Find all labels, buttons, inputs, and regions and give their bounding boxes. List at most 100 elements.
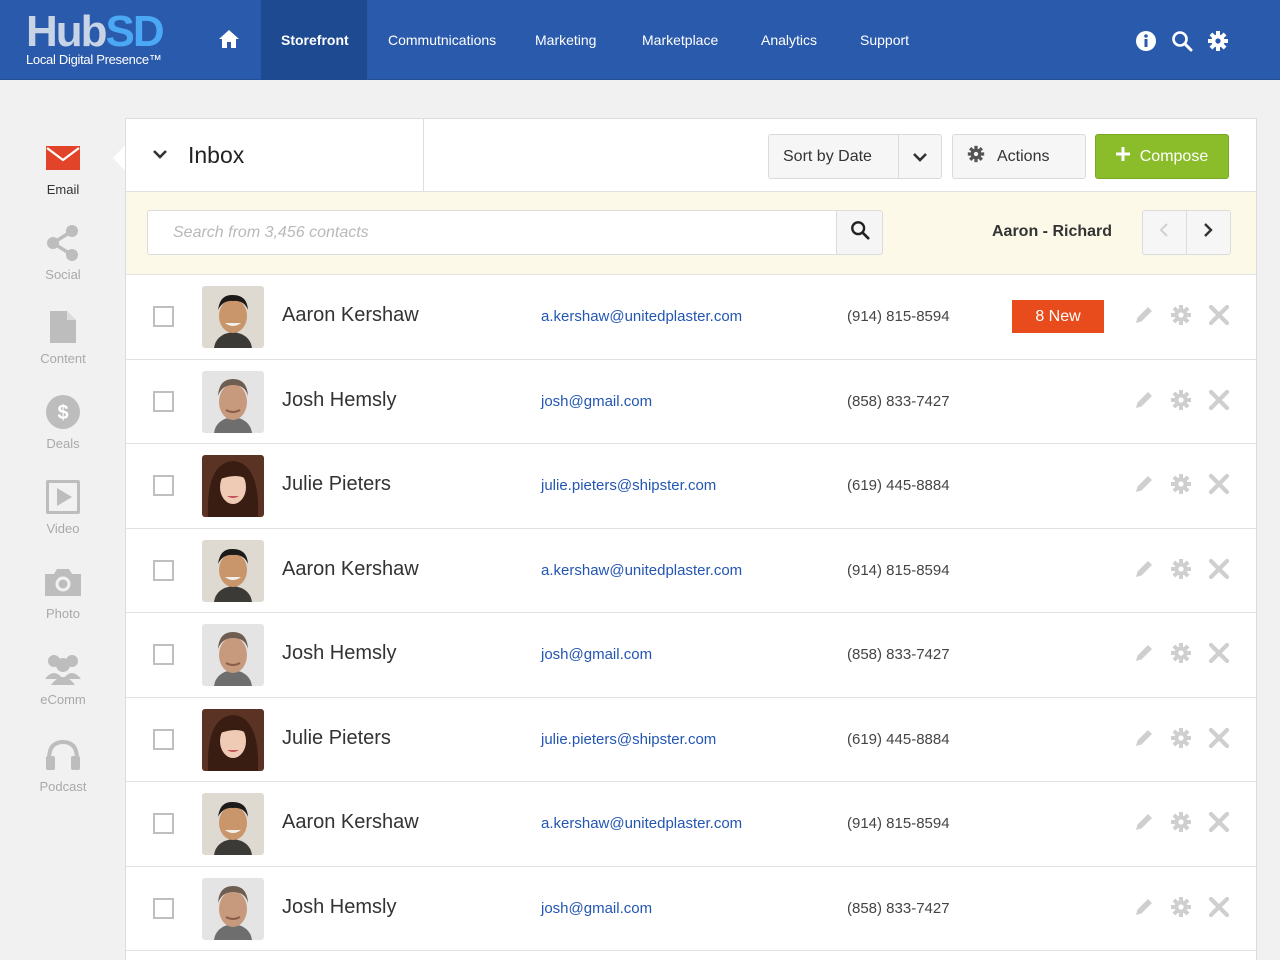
gear-icon[interactable] (1169, 472, 1193, 496)
row-checkbox[interactable] (153, 813, 174, 834)
search-icon[interactable] (1170, 29, 1194, 53)
avatar[interactable] (202, 877, 264, 940)
row-checkbox[interactable] (153, 559, 174, 581)
actions-button[interactable]: Actions (952, 134, 1086, 179)
contact-email-link[interactable]: julie.pieters@shipster.com (541, 731, 716, 748)
close-icon[interactable] (1207, 303, 1231, 327)
contact-row[interactable]: Josh Hemsly josh@gmail.com (858) 833-7427 (126, 360, 1256, 444)
avatar[interactable] (202, 793, 264, 855)
contact-phone: (619) 445-8884 (847, 730, 950, 748)
contact-name[interactable]: Josh Hemsly (282, 389, 396, 412)
contact-name[interactable]: Josh Hemsly (282, 896, 396, 919)
contact-email-link[interactable]: josh@gmail.com (541, 646, 652, 663)
nav-analytics[interactable]: Analytics (741, 0, 837, 80)
close-icon[interactable] (1207, 472, 1231, 496)
nav-communications[interactable]: Commutnications (368, 0, 516, 80)
panel-header: Inbox Sort by Date Actions Compose (126, 119, 1256, 192)
contact-row[interactable]: Aaron Kershaw a.kershaw@unitedplaster.com… (126, 782, 1256, 867)
pagination (1142, 210, 1231, 255)
contact-row[interactable]: Josh Hemsly josh@gmail.com (858) 833-7427 (126, 613, 1256, 698)
avatar[interactable] (202, 708, 264, 771)
pencil-icon[interactable] (1132, 388, 1156, 412)
home-icon[interactable] (212, 22, 246, 56)
compose-button[interactable]: Compose (1095, 134, 1229, 179)
avatar[interactable] (202, 624, 264, 686)
contact-row[interactable]: Aaron Kershaw a.kershaw@unitedplaster.com… (126, 529, 1256, 613)
svg-text:$: $ (57, 402, 68, 424)
sidebar-item-ecomm[interactable]: eComm (18, 648, 108, 728)
search-input[interactable] (147, 210, 837, 255)
avatar[interactable] (202, 286, 264, 348)
row-checkbox[interactable] (153, 728, 174, 750)
contact-row[interactable]: Josh Hemsly josh@gmail.com (858) 833-7427 (126, 867, 1256, 951)
contact-name[interactable]: Julie Pieters (282, 473, 391, 496)
avatar[interactable] (202, 370, 264, 433)
gear-icon[interactable] (1169, 641, 1193, 665)
avatar[interactable] (202, 455, 264, 517)
row-checkbox[interactable] (153, 390, 174, 412)
logo-tagline: Local Digital Presence™ (26, 52, 162, 67)
pencil-icon[interactable] (1132, 810, 1156, 834)
gear-icon[interactable] (1169, 303, 1193, 327)
nav-support[interactable]: Support (840, 0, 929, 80)
sidebar-item-social[interactable]: Social (18, 223, 108, 303)
sidebar-item-photo[interactable]: Photo (18, 562, 108, 642)
inbox-dropdown[interactable]: Inbox (126, 119, 424, 191)
contact-row[interactable]: Julie Pieters julie.pieters@shipster.com (… (126, 444, 1256, 529)
contact-email-link[interactable]: a.kershaw@unitedplaster.com (541, 815, 742, 832)
sidebar-item-deals[interactable]: $ Deals (18, 392, 108, 472)
gear-icon[interactable] (1169, 726, 1193, 750)
contact-email-link[interactable]: a.kershaw@unitedplaster.com (541, 562, 742, 579)
row-checkbox[interactable] (153, 306, 174, 327)
row-checkbox[interactable] (153, 475, 174, 496)
nav-marketing[interactable]: Marketing (515, 0, 616, 80)
contact-name[interactable]: Julie Pieters (282, 727, 391, 750)
chevron-down-icon[interactable] (898, 135, 941, 178)
nav-marketplace[interactable]: Marketplace (622, 0, 738, 80)
new-messages-badge[interactable]: 8 New (1012, 300, 1104, 333)
search-button[interactable] (836, 210, 883, 255)
contact-phone: (858) 833-7427 (847, 646, 950, 663)
avatar[interactable] (202, 539, 264, 602)
contact-name[interactable]: Aaron Kershaw (282, 304, 419, 327)
gear-icon[interactable] (1169, 810, 1193, 834)
pencil-icon[interactable] (1132, 303, 1156, 327)
close-icon[interactable] (1207, 726, 1231, 750)
contact-row[interactable]: Julie Pieters julie.pieters@shipster.com (… (126, 698, 1256, 782)
pencil-icon[interactable] (1132, 726, 1156, 750)
close-icon[interactable] (1207, 557, 1231, 581)
sidebar-item-email[interactable]: Email (18, 138, 108, 218)
gear-icon[interactable] (1206, 29, 1230, 53)
sort-dropdown[interactable]: Sort by Date (768, 134, 942, 179)
nav-storefront[interactable]: Storefront (261, 0, 367, 80)
row-checkbox[interactable] (153, 644, 174, 665)
pencil-icon[interactable] (1132, 895, 1156, 919)
gear-icon[interactable] (1169, 895, 1193, 919)
close-icon[interactable] (1207, 388, 1231, 412)
contact-name[interactable]: Aaron Kershaw (282, 558, 419, 581)
contact-name[interactable]: Josh Hemsly (282, 642, 396, 665)
contact-email-link[interactable]: a.kershaw@unitedplaster.com (541, 308, 742, 325)
close-icon[interactable] (1207, 895, 1231, 919)
next-page-button[interactable] (1187, 211, 1231, 254)
close-icon[interactable] (1207, 641, 1231, 665)
row-checkbox[interactable] (153, 897, 174, 919)
info-icon[interactable] (1134, 29, 1158, 53)
pencil-icon[interactable] (1132, 641, 1156, 665)
sidebar-item-label: Email (46, 182, 80, 197)
sidebar-item-video[interactable]: Video (18, 477, 108, 557)
hubsd-logo[interactable]: HubSD Local Digital Presence™ (26, 10, 186, 72)
contact-row[interactable]: Aaron Kershaw a.kershaw@unitedplaster.com… (126, 275, 1256, 360)
previous-page-button[interactable] (1143, 211, 1187, 254)
gear-icon[interactable] (1169, 557, 1193, 581)
contact-email-link[interactable]: josh@gmail.com (541, 900, 652, 917)
sidebar-item-content[interactable]: Content (18, 307, 108, 387)
pencil-icon[interactable] (1132, 557, 1156, 581)
pencil-icon[interactable] (1132, 472, 1156, 496)
gear-icon[interactable] (1169, 388, 1193, 412)
contact-name[interactable]: Aaron Kershaw (282, 811, 419, 834)
contact-email-link[interactable]: josh@gmail.com (541, 393, 652, 410)
contact-email-link[interactable]: julie.pieters@shipster.com (541, 477, 716, 494)
close-icon[interactable] (1207, 810, 1231, 834)
sidebar-item-podcast[interactable]: Podcast (18, 735, 108, 815)
